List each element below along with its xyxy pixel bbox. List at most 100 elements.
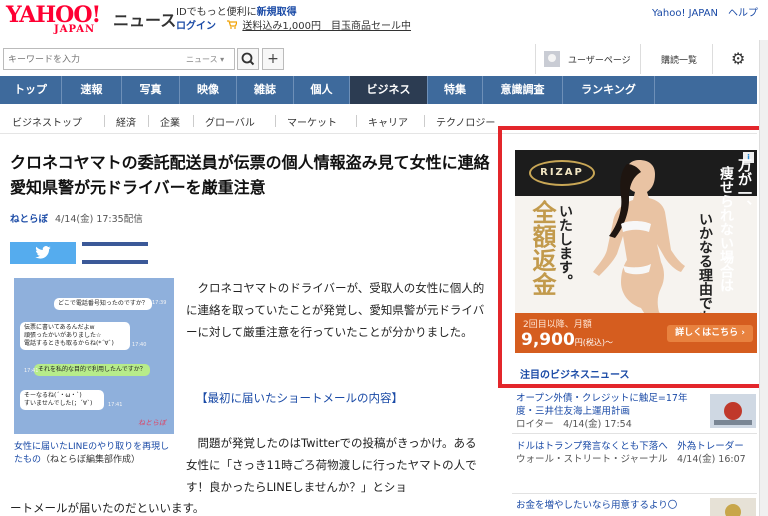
news-thumbnail[interactable] [710,498,756,516]
ad-price: 9,900円(税込)〜 [521,330,613,350]
subnav-divider [356,115,357,127]
sidebar-news-item[interactable]: お金を増やしたいなら用意するより〇 [516,499,706,512]
subnav-company[interactable]: 企業 [160,114,180,129]
ad-price-note: 2回目以降、月額 [523,320,592,330]
sidebar-news-item[interactable]: ドルはトランプ発言なくとも下落へ 外為トレーダー ウォール・ストリート・ジャーナ… [516,440,758,466]
gear-icon: ⚙ [731,49,746,68]
subnav-divider [424,115,425,127]
nav-tab-magazine[interactable]: 雑誌 [237,76,294,104]
caption-credit: （ねとらぼ編集部作成） [41,455,141,465]
news-meta: ロイター 4/14(金) 17:54 [516,419,632,430]
nav-tab-ranking[interactable]: ランキング [563,76,655,104]
subnav-divider [275,115,276,127]
header-right-links[interactable]: Yahoo! JAPAN ヘルプ [652,4,758,19]
subnav-market[interactable]: マーケット [287,114,337,129]
ad-price-band: 2回目以降、月額 9,900円(税込)〜 詳しくはこちら › [515,313,757,353]
ad-copy-refund: 全額返金 [528,200,557,296]
page: YAHOO! JAPAN ニュース IDでもっと便利に新規取得 ログイン 送料込… [0,0,768,516]
chat-line: すいませんでした(；´∀`) [24,400,93,407]
twitter-share-button[interactable] [10,242,76,264]
page-scrollbar[interactable] [759,40,768,516]
nav-tab-individual[interactable]: 個人 [294,76,350,104]
magnifier-icon [241,52,255,66]
yahoo-logo[interactable]: YAHOO! JAPAN [6,3,110,39]
news-title: ドルはトランプ発言なくとも下落へ 外為トレーダー [516,441,744,452]
subscriptions-label: 購読一覧 [661,56,698,66]
user-page-label: ユーザーページ [568,56,631,66]
chat-line: 電話するときも取るからね(*´∀`) [24,340,114,347]
image-caption[interactable]: 女性に届いたLINEのやり取りを再現したもの（ねとらぼ編集部作成） [14,441,174,467]
chat-bubble: それを私的な目的で利用したんですか？ [34,364,150,376]
article-section-link[interactable]: 【最初に届いたショートメールの内容】 [196,390,403,406]
facebook-share-button[interactable]: f [82,242,148,264]
article-byline: ねとらぼ 4/14(金) 17:35配信 [10,211,143,225]
sidebar-news-item[interactable]: オープン外債・クレジットに触足=17年度・三井住友海上運用計画 ロイター 4/1… [516,392,706,431]
chat-timestamp: 17:39 [152,300,167,306]
chat-line: 頑張ったかいがありました☆ [24,332,102,339]
chat-line: 伝票に書いてあるんだよw [24,324,95,331]
nav-tab-photo[interactable]: 写真 [122,76,180,104]
subscriptions-link[interactable]: 購読一覧 [640,44,712,74]
search-category-select[interactable]: ニュース ▾ [186,54,224,65]
user-page-link[interactable]: ユーザーページ [535,44,635,74]
ad-price-value: 9,900 [521,330,575,350]
login-link[interactable]: ログイン [176,21,216,32]
article-source-link[interactable]: ねとらぼ [10,214,48,225]
chat-timestamp: 17:41 [24,368,39,374]
ad-price-suffix: 円(税込)〜 [574,338,614,347]
news-divider [512,433,757,434]
chat-timestamp: 17:41 [108,402,123,408]
cart-icon [227,20,239,32]
nav-tab-breaking[interactable]: 速報 [62,76,122,104]
promo-line-1: IDでもっと便利に新規取得 [176,3,297,18]
search-input[interactable] [8,53,158,67]
article-headline: クロネコヤマトの委託配送員が伝票の個人情報盗み見て女性に連絡 愛知県警が元ドライ… [10,153,506,197]
rizap-ad-banner[interactable]: RIZAP i 万が一、 痩せられない場合は いかなる理由でも 全額返金 いたし… [515,150,757,353]
ad-copy-2: 痩せられない場合は [718,166,734,292]
chat-timestamp: 17:40 [132,342,147,348]
chat-bubble: 伝票に書いてあるんだよw 頑張ったかいがありました☆ 電話するときも取るからね(… [20,322,130,350]
article-date: 4/14(金) 17:35配信 [55,214,143,225]
search-box: ニュース ▾ [3,48,235,70]
subnav-economy[interactable]: 経済 [116,114,136,129]
search-button[interactable] [237,48,259,70]
nav-tab-survey[interactable]: 意識調査 [483,76,563,104]
settings-button[interactable]: ⚙ [712,44,762,74]
news-title: お金を増やしたいなら用意するより〇 [516,500,678,511]
line-chat-image[interactable]: どこで電話番号知ったのですか？ 17:39 伝票に書いてあるんだよw 頑張ったか… [14,278,174,434]
main-nav: トップ 速報 写真 映像 雑誌 個人 ビジネス 特集 意識調査 ランキング [0,76,757,104]
article-paragraph-3: ートメールが届いたのだといいます。 [10,501,205,515]
subnav-career[interactable]: キャリア [368,114,408,129]
model-figure [593,160,685,330]
news-divider [512,493,757,494]
section-title[interactable]: ニュース [113,7,176,31]
nav-tab-feature[interactable]: 特集 [428,76,483,104]
news-thumbnail[interactable] [710,394,756,428]
chat-bubble: そーなるね(´・ω・`) すいませんでした(；´∀`) [20,390,104,410]
avatar-icon [544,51,560,67]
rizap-logo: RIZAP [529,160,595,186]
nav-tab-business[interactable]: ビジネス [350,76,428,104]
news-title: オープン外債・クレジットに触足=17年度・三井住友海上運用計画 [516,393,688,417]
nav-tab-video[interactable]: 映像 [180,76,237,104]
subnav-business-top[interactable]: ビジネストップ [12,114,82,129]
subnav-global[interactable]: グローバル [205,114,255,129]
nav-tab-top[interactable]: トップ [0,76,62,104]
sale-promo-link[interactable]: 送料込み1,000円 目玉商品セール中 [242,21,411,32]
chat-line: そーなるね(´・ω・`) [24,392,82,399]
article-paragraph-1: クロネコヤマトのドライバーが、受取人の女性に個人的に連絡を取っていたことが発覚し… [186,281,485,339]
ad-copy-guarantee: いたします。 [557,204,573,288]
ad-copy-1: 万が一、 [736,158,752,214]
ad-details-button[interactable]: 詳しくはこちら › [667,325,753,342]
subnav-technology[interactable]: テクノロジー [436,114,495,129]
chat-bubble: どこで電話番号知ったのですか？ [54,298,152,310]
add-button[interactable]: + [262,48,284,70]
subnav-divider [193,115,194,127]
twitter-bird-icon [10,242,76,268]
promo-line-2: ログイン 送料込み1,000円 目玉商品セール中 [176,17,411,32]
article-paragraph-2: 問題が発覚したのはTwitterでの投稿がきっかけ。ある女性に「さっき11時ごろ… [186,436,477,494]
business-news-heading[interactable]: 注目のビジネスニュース [520,366,630,381]
search-bar-row: ニュース ▾ + ユーザーページ 購読一覧 ⚙ [0,44,768,74]
logo-sub: JAPAN [54,24,96,35]
site-header: YAHOO! JAPAN ニュース IDでもっと便利に新規取得 ログイン 送料込… [0,0,768,40]
